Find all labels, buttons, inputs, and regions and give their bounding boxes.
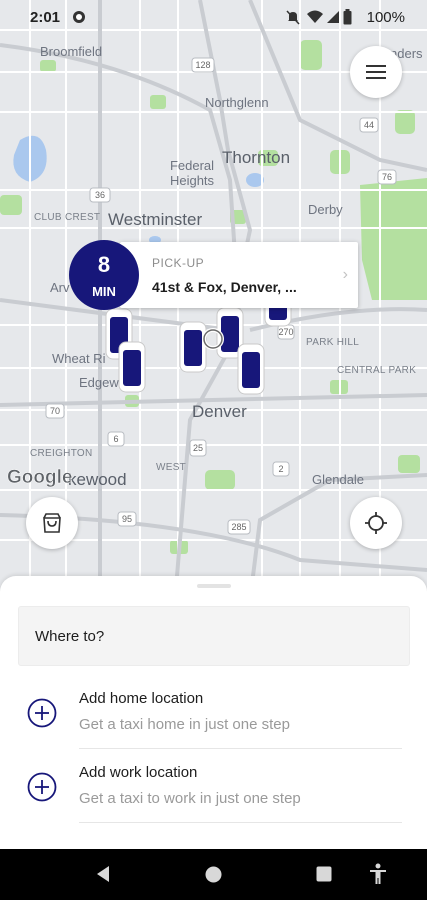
- eta-minutes: 8: [97, 252, 111, 277]
- add-work-subtitle: Get a taxi to work in just one step: [79, 790, 301, 807]
- map-label-westminster: Westminster: [108, 210, 203, 229]
- google-attribution: Google: [7, 467, 73, 489]
- map-label-thornton: Thornton: [222, 148, 291, 167]
- sheet-drag-handle[interactable]: [197, 584, 231, 588]
- map-label-broomfield: Broomfield: [40, 44, 103, 59]
- bottom-sheet: Where to? Add home location Get a taxi h…: [0, 576, 427, 849]
- shield-128: 128: [195, 60, 210, 70]
- wifi-icon: [307, 10, 323, 23]
- map-label-derby: Derby: [308, 202, 343, 217]
- shield-2: 2: [278, 464, 283, 474]
- shield-285: 285: [231, 522, 246, 532]
- where-to-search[interactable]: Where to?: [18, 606, 410, 666]
- taxi-car-marker: [118, 341, 146, 393]
- divider: [79, 748, 402, 749]
- map-label-northglenn: Northglenn: [205, 95, 269, 110]
- add-work-location-row[interactable]: Add work location Get a taxi to work in …: [0, 750, 427, 824]
- notification-icon: [73, 11, 85, 23]
- crosshair-locate-icon: [365, 512, 387, 534]
- map-label-creighton: CREIGHTON: [30, 448, 93, 459]
- signal-icon: [327, 11, 339, 23]
- eta-badge: 8 MIN: [69, 240, 139, 310]
- eta-unit: MIN: [92, 284, 116, 299]
- shield-76: 76: [382, 172, 392, 182]
- add-circle-icon: [27, 772, 57, 802]
- map-label-federal-heights: Federal Heights: [169, 158, 215, 188]
- map-label-denver: Denver: [192, 402, 247, 421]
- add-home-subtitle: Get a taxi home in just one step: [79, 716, 290, 733]
- status-time: 2:01: [30, 9, 61, 26]
- recents-icon[interactable]: [316, 866, 332, 882]
- pickup-label: PICK-UP: [152, 256, 205, 270]
- map-label-lakewood: kewood: [68, 470, 127, 489]
- map-label-wheat-ridge: Wheat Ri: [52, 351, 106, 366]
- map-label-club-crest: CLUB CREST: [34, 212, 101, 223]
- shield-95: 95: [122, 514, 132, 524]
- shield-6: 6: [113, 434, 118, 444]
- add-home-title: Add home location: [79, 690, 204, 707]
- taxi-car-marker: [237, 343, 265, 395]
- back-icon[interactable]: [95, 865, 111, 883]
- pickup-address: 41st & Fox, Denver, ...: [152, 279, 297, 295]
- pickup-card[interactable]: PICK-UP 41st & Fox, Denver, ... ›: [120, 242, 358, 308]
- map-label-edgewater: Edgew: [79, 375, 119, 390]
- map-label-west: WEST: [156, 462, 187, 473]
- shield-70: 70: [50, 406, 60, 416]
- shield-25: 25: [193, 443, 203, 453]
- mute-icon: [286, 10, 300, 25]
- shopping-bag-icon: [43, 513, 61, 533]
- menu-button[interactable]: [350, 46, 402, 98]
- shield-44: 44: [364, 120, 374, 130]
- battery-icon: [343, 9, 352, 25]
- home-icon[interactable]: [205, 866, 222, 883]
- map-label-glendale: Glendale: [312, 472, 365, 487]
- status-bar: 2:01 100%: [0, 0, 427, 36]
- divider: [79, 822, 402, 823]
- map-label-arvada: Arv: [50, 280, 70, 295]
- add-circle-icon: [27, 698, 57, 728]
- add-work-title: Add work location: [79, 764, 198, 781]
- system-nav-bar: [0, 849, 427, 900]
- battery-percent: 100%: [366, 9, 405, 26]
- shop-button[interactable]: [26, 497, 78, 549]
- accessibility-icon[interactable]: [368, 863, 388, 885]
- hamburger-menu-icon: [366, 65, 386, 79]
- shield-270: 270: [278, 327, 293, 337]
- where-to-placeholder: Where to?: [35, 628, 105, 645]
- locate-me-button[interactable]: [350, 497, 402, 549]
- map-label-park-hill: PARK HILL: [306, 337, 360, 348]
- map-label-central-park: CENTRAL PARK: [337, 365, 417, 376]
- pickup-pin-icon: [202, 328, 224, 350]
- shield-36: 36: [95, 190, 105, 200]
- add-home-location-row[interactable]: Add home location Get a taxi home in jus…: [0, 676, 427, 750]
- chevron-right-icon: ›: [342, 266, 348, 283]
